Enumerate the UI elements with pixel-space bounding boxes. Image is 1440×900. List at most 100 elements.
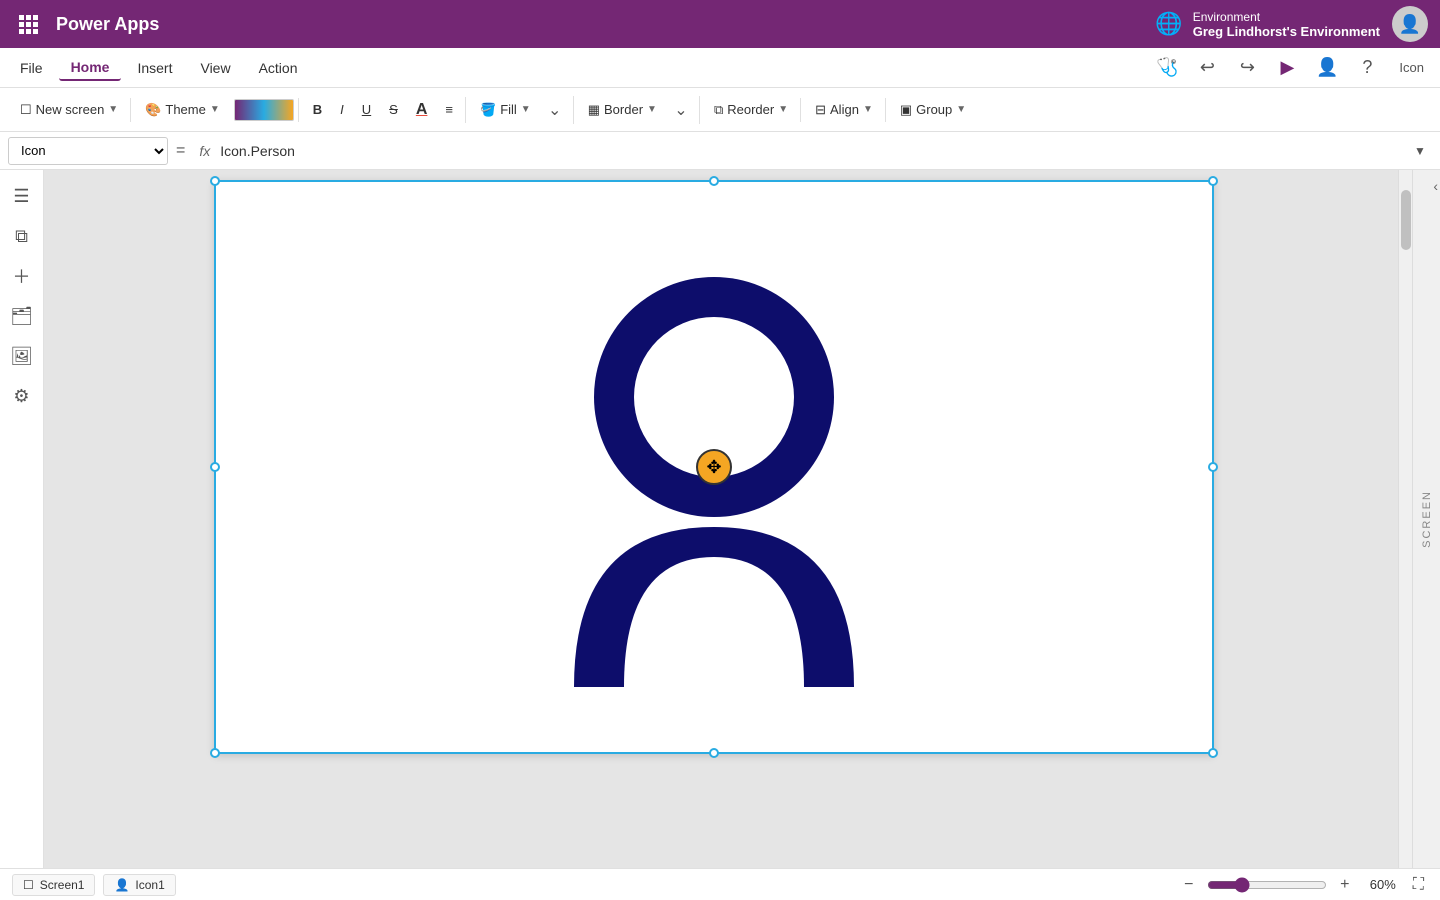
theme-icon: 🎨 [145,102,161,118]
handle-top-right[interactable] [1208,176,1218,186]
sidebar-add-icon[interactable]: ＋ [4,258,40,294]
text-align-button[interactable]: ≡ [437,98,461,121]
handle-top-center[interactable] [709,176,719,186]
scrollbar-thumb[interactable] [1401,190,1411,250]
fill-chevron: ▼ [521,104,531,115]
bold-button[interactable]: B [305,98,330,121]
grid-icon[interactable] [12,14,44,34]
screen1-tab[interactable]: ☐ Screen1 [12,874,95,896]
fill-label: Fill [500,102,517,117]
group-group: ▣ Group ▼ [888,98,978,122]
sidebar-data-icon[interactable]: 🗂 [4,298,40,334]
new-screen-chevron: ▼ [108,104,118,115]
menu-insert[interactable]: Insert [125,56,184,80]
share-icon[interactable]: 👤 [1311,52,1343,84]
handle-bottom-right[interactable] [1208,748,1218,758]
zoom-in-button[interactable]: + [1333,873,1357,897]
underline-button[interactable]: U [354,98,379,121]
border-icon: ▦ [588,102,600,118]
border-button[interactable]: ▦ Border ▼ [580,98,665,122]
toolbar: ☐ New screen ▼ 🎨 Theme ▼ B I U S A ≡ [0,88,1440,132]
left-sidebar: ☰ ⧉ ＋ 🗂 🖼 ⚙ [0,170,44,868]
handle-bottom-center[interactable] [709,748,719,758]
font-color-button[interactable]: A [408,97,436,123]
canvas-area: ✥ [44,170,1398,868]
zoom-controls: − + 60% ⛶ [1177,873,1428,897]
environment-text: Environment Greg Lindhorst's Environment [1193,10,1380,39]
main-area: ☰ ⧉ ＋ 🗂 🖼 ⚙ [0,170,1440,868]
new-screen-group: ☐ New screen ▼ [8,98,131,122]
reorder-chevron: ▼ [778,104,788,115]
reorder-label: Reorder [727,102,774,117]
theme-button[interactable]: 🎨 Theme ▼ [137,98,228,122]
theme-chevron: ▼ [210,104,220,115]
toolbar-more-1[interactable]: ⌄ [541,96,569,124]
zoom-slider[interactable] [1207,877,1327,893]
reorder-group: ⧉ Reorder ▼ [702,98,801,122]
border-label: Border [604,102,643,117]
align-button[interactable]: ⊟ Align ▼ [807,98,881,122]
handle-bottom-left[interactable] [210,748,220,758]
new-screen-icon: ☐ [20,102,32,118]
icon1-tab[interactable]: 👤 Icon1 [103,874,175,896]
screen-label-text: SCREEN [1421,490,1433,548]
sidebar-layers-icon[interactable]: ⧉ [4,218,40,254]
border-chevron: ▼ [647,104,657,115]
reorder-button[interactable]: ⧉ Reorder ▼ [706,98,796,122]
menu-file[interactable]: File [8,56,55,80]
align-label: Align [830,102,859,117]
menu-view[interactable]: View [188,56,242,80]
theme-group: 🎨 Theme ▼ [133,98,299,122]
new-screen-label: New screen [36,102,105,117]
support-icon[interactable]: 🩺 [1151,52,1183,84]
fill-button[interactable]: 🪣 Fill ▼ [472,98,539,122]
help-icon[interactable]: ? [1351,52,1383,84]
sidebar-media-icon[interactable]: 🖼 [4,338,40,374]
sidebar-menu-icon[interactable]: ☰ [4,178,40,214]
top-bar: Power Apps 🌐 Environment Greg Lindhorst'… [0,0,1440,48]
undo-icon[interactable]: ↩ [1191,52,1223,84]
fullscreen-button[interactable]: ⛶ [1409,874,1428,896]
screen-panel-toggle[interactable]: ‹ [1433,178,1438,194]
italic-button[interactable]: I [332,98,352,121]
theme-preview [234,99,294,121]
strikethrough-button[interactable]: S [381,98,406,121]
formula-input[interactable] [220,137,1404,165]
theme-label: Theme [165,102,205,117]
zoom-out-button[interactable]: − [1177,873,1201,897]
align-chevron: ▼ [863,104,873,115]
environment-info: 🌐 Environment Greg Lindhorst's Environme… [1155,10,1380,39]
handle-middle-right[interactable] [1208,462,1218,472]
text-format-group: B I U S A ≡ [301,97,466,123]
bottom-bar: ☐ Screen1 👤 Icon1 − + 60% ⛶ [0,868,1440,900]
fx-button[interactable]: fx [193,143,216,159]
formula-dropdown-icon[interactable]: ▼ [1408,139,1432,163]
run-icon[interactable]: ▶ [1271,52,1303,84]
menu-home[interactable]: Home [59,55,122,81]
handle-middle-left[interactable] [210,462,220,472]
vertical-scrollbar[interactable] [1398,170,1412,868]
handle-top-left[interactable] [210,176,220,186]
menu-action[interactable]: Action [247,56,310,80]
screen-canvas[interactable]: ✥ [214,180,1214,754]
new-screen-button[interactable]: ☐ New screen ▼ [12,98,126,122]
user-avatar[interactable]: 👤 [1392,6,1428,42]
group-button[interactable]: ▣ Group ▼ [892,98,974,122]
environment-name: Greg Lindhorst's Environment [1193,24,1380,39]
reorder-icon: ⧉ [714,102,723,118]
app-title: Power Apps [56,14,1143,35]
fill-group: 🪣 Fill ▼ ⌄ [468,96,574,124]
zoom-value: 60% [1363,877,1403,892]
move-cursor[interactable]: ✥ [696,449,732,485]
environment-icon: 🌐 [1155,11,1182,37]
control-selector[interactable]: Icon [8,137,168,165]
environment-label: Environment [1193,10,1260,24]
screen-label-panel: ‹ SCREEN [1412,170,1440,868]
sidebar-controls-icon[interactable]: ⚙ [4,378,40,414]
icon1-tab-icon: 👤 [114,878,129,892]
redo-icon[interactable]: ↪ [1231,52,1263,84]
equals-sign: = [172,142,189,160]
align-group: ⊟ Align ▼ [803,98,886,122]
context-label: Icon [1391,56,1432,79]
toolbar-more-2[interactable]: ⌄ [667,96,695,124]
